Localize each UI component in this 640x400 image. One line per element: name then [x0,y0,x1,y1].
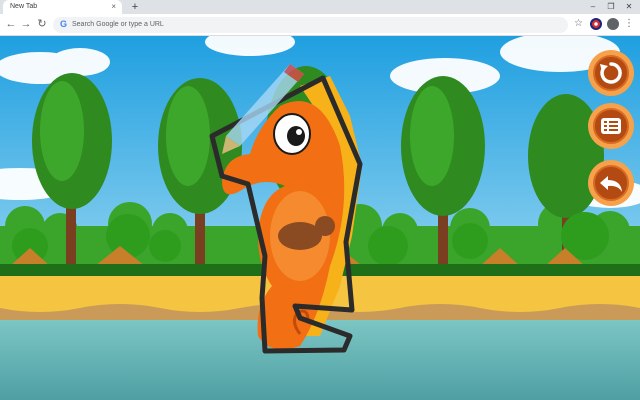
back-arrow-icon [600,176,622,192]
minimize-button[interactable]: – [584,0,602,14]
extension-icon[interactable] [590,18,602,30]
restart-icon [600,62,622,84]
tab-new-tab[interactable]: New Tab × [3,0,122,14]
tab-close-icon[interactable]: × [111,0,116,14]
address-bar[interactable]: G Search Google or type a URL [53,17,568,33]
browser-toolbar: ← → ↻ G Search Google or type a URL ☆ ⋮ [0,14,640,36]
extensions-puzzle-icon[interactable] [607,18,619,30]
browser-menu-icon[interactable]: ⋮ [624,17,634,31]
reload-icon[interactable]: ↻ [35,17,49,31]
close-window-button[interactable]: ✕ [620,0,638,14]
google-icon: G [59,19,67,29]
restart-button[interactable] [588,50,634,96]
list-icon [601,118,621,134]
restore-button[interactable]: ❐ [602,0,620,14]
bookmark-star-icon[interactable]: ☆ [574,18,583,30]
address-bar-placeholder: Search Google or type a URL [72,21,164,28]
back-icon[interactable]: ← [4,17,18,31]
game-canvas[interactable] [0,36,640,400]
tab-strip: New Tab × + – ❐ ✕ [0,0,640,14]
menu-button[interactable] [588,103,634,149]
back-button[interactable] [588,160,634,206]
tab-title: New Tab [10,3,38,10]
forward-icon[interactable]: → [19,17,33,31]
game-scene [0,36,640,400]
new-tab-button[interactable]: + [129,0,141,14]
